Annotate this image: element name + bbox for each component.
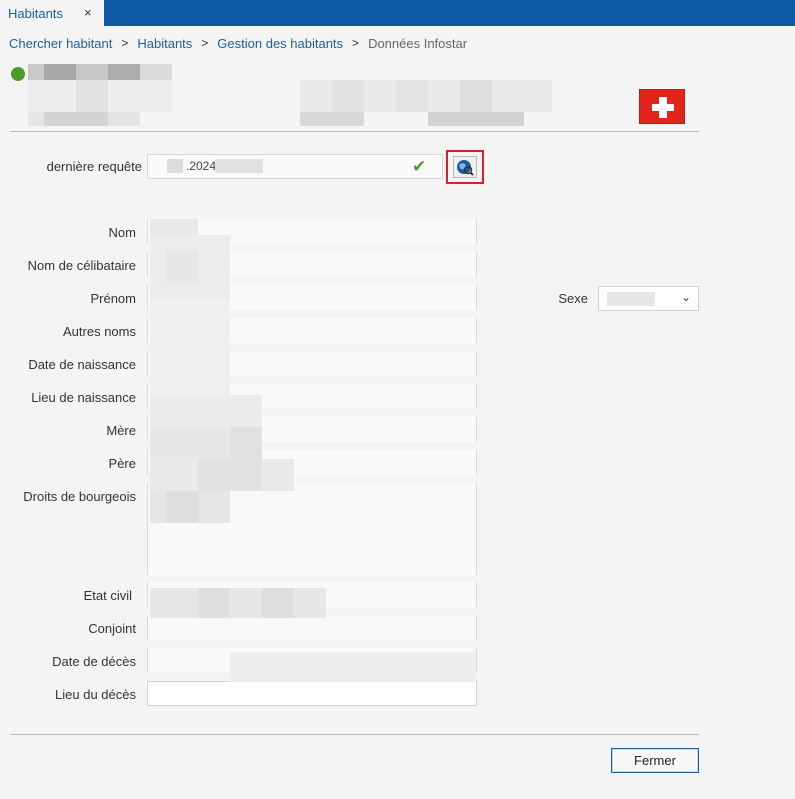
footer-divider [10,734,699,735]
tab-habitants[interactable]: Habitants × [0,0,104,26]
label-lieu-deces: Lieu du décès [55,687,136,702]
redacted-date-part [167,159,183,173]
label-etat-civil: Etat civil [83,588,132,603]
breadcrumb-current: Données Infostar [368,35,468,51]
label-pere: Père [108,456,136,471]
close-button[interactable]: Fermer [611,748,699,773]
chevron-down-icon: ⌄ [680,290,691,304]
label-date-deces: Date de décès [52,654,136,669]
swiss-flag-icon [639,89,685,124]
status-dot-icon [11,67,25,81]
query-date-field: .2024 [147,154,443,179]
label-sexe: Sexe [558,291,588,306]
sexe-select[interactable]: ⌄ [598,286,699,311]
breadcrumb: Chercher habitant > Habitants > Gestion … [9,34,467,52]
label-lieu-naissance: Lieu de naissance [31,390,136,405]
chevron-right-icon: > [352,36,360,50]
chevron-right-icon: > [201,36,209,50]
query-date-value: .2024 [186,159,217,173]
label-date-naissance: Date de naissance [28,357,136,372]
query-label: dernière requête [46,159,142,174]
globe-search-icon [453,156,477,178]
breadcrumb-chercher-habitant[interactable]: Chercher habitant [9,36,112,51]
label-autres-noms: Autres noms [63,324,136,339]
check-icon: ✔ [412,157,427,176]
globe-search-button[interactable] [446,150,484,184]
field-conjoint [147,615,477,640]
close-icon[interactable]: × [84,5,92,20]
label-nom-celibataire: Nom de célibataire [27,258,136,273]
divider [10,131,699,132]
tab-label: Habitants [8,5,63,21]
label-mere: Mère [106,423,136,438]
chevron-right-icon: > [121,36,129,50]
field-lieu-deces [147,681,477,706]
label-nom: Nom [108,225,136,240]
label-conjoint: Conjoint [88,621,136,636]
tab-bar: Habitants × [0,0,795,26]
breadcrumb-habitants[interactable]: Habitants [137,36,192,51]
redacted-time-part [215,159,263,173]
label-prenom: Prénom [90,291,136,306]
label-droits-bourgeois: Droits de bourgeois [23,489,136,504]
breadcrumb-gestion-des-habitants[interactable]: Gestion des habitants [217,36,343,51]
